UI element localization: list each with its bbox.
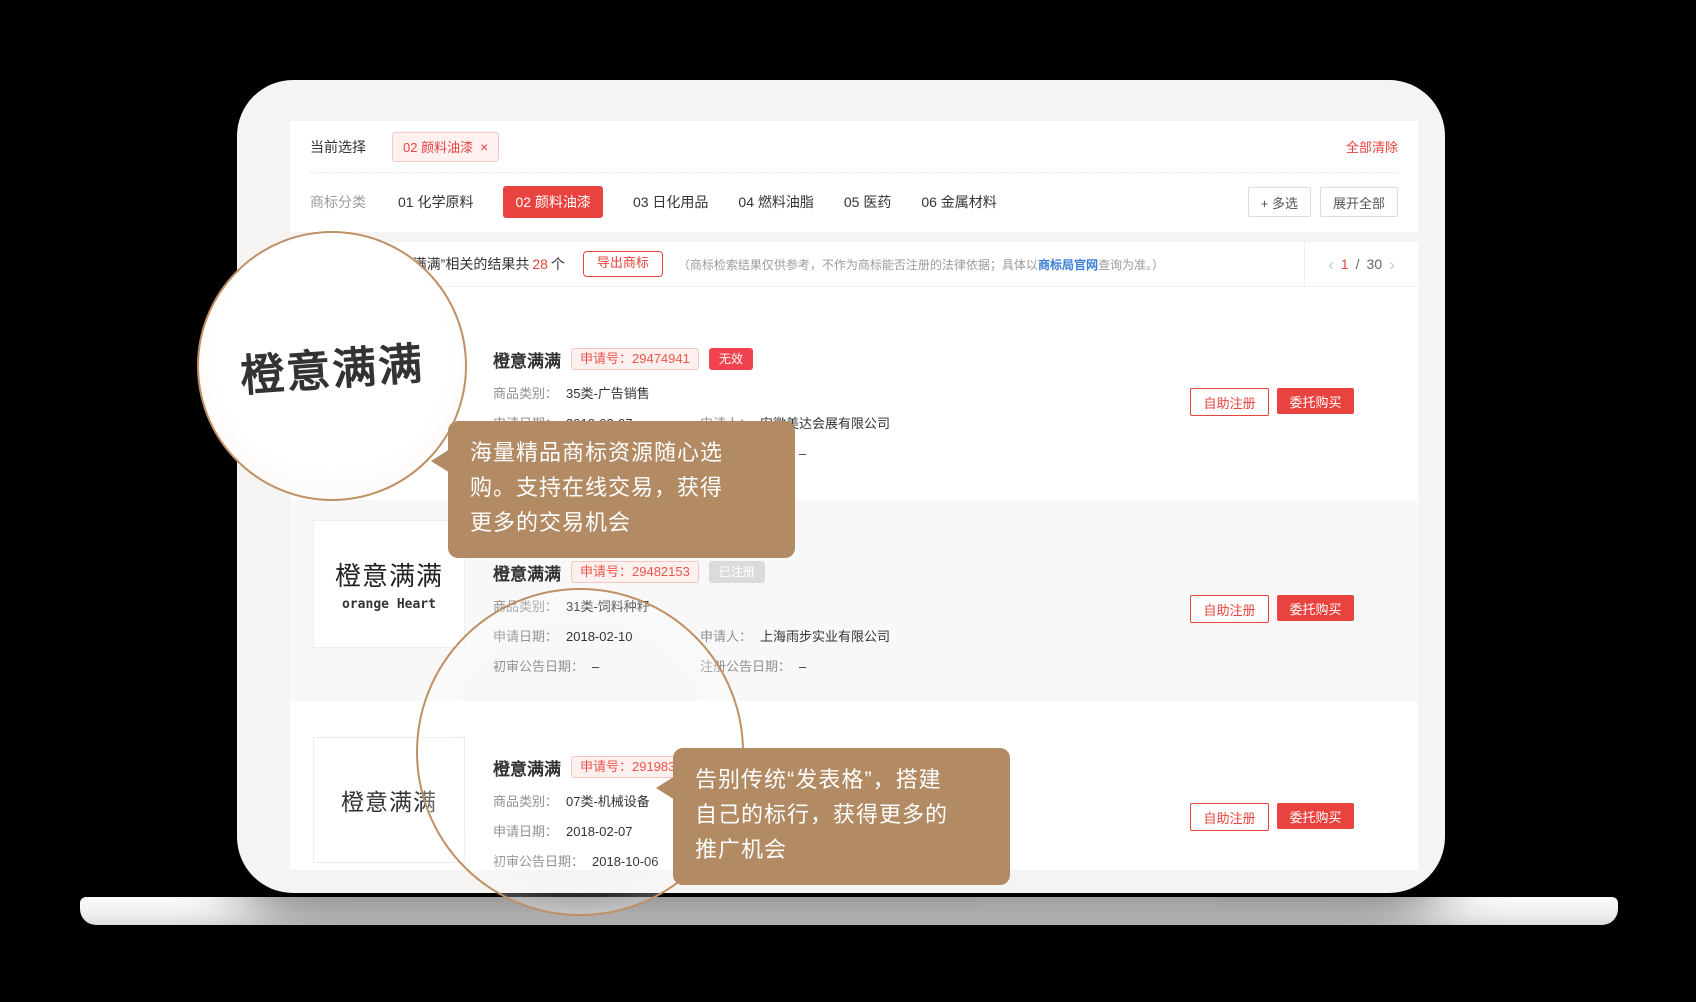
disclaimer-post: 查询为准。） — [1098, 258, 1164, 272]
trademark-name[interactable]: 橙意满满 — [493, 560, 561, 585]
bubble-line: 告别传统“发表格”，搭建 — [695, 762, 988, 797]
row-actions: 自助注册 委托购买 — [1190, 803, 1354, 831]
category-bar: 商标分类 01 化学原料 02 颜料油漆 03 日化用品 04 燃料油脂 05 … — [290, 173, 1418, 231]
category-item-01[interactable]: 01 化学原料 — [398, 192, 473, 212]
self-register-button[interactable]: 自助注册 — [1190, 388, 1269, 416]
category-item-03[interactable]: 03 日化用品 — [633, 192, 708, 212]
trademark-logo-text: 橙意满满 — [335, 556, 443, 593]
callout-bubble-trade: 海量精品商标资源随心选 购。支持在线交易，获得 更多的交易机会 — [448, 421, 795, 558]
magnified-trademark-text: 橙意满满 — [238, 328, 426, 405]
bubble-arrow-left-icon — [656, 776, 675, 800]
current-selection-bar: 当前选择 02 颜料油漆 × 全部清除 — [290, 121, 1418, 172]
entrust-purchase-button[interactable]: 委托购买 — [1277, 388, 1354, 414]
field-value: 35类-广告销售 — [566, 386, 650, 401]
row-actions: 自助注册 委托购买 — [1190, 388, 1354, 416]
trademark-title-line: 橙意满满 申请号：29482153 已注册 — [493, 560, 1153, 584]
entrust-purchase-button[interactable]: 委托购买 — [1277, 803, 1354, 829]
disclaimer-pre: （商标检索结果仅供参考，不作为商标能否注册的法律依据；具体以 — [678, 258, 1038, 272]
selected-filter-tag-label: 02 颜料油漆 — [403, 137, 473, 156]
status-badge-invalid: 无效 — [709, 348, 753, 370]
page-total: 30 — [1367, 256, 1383, 272]
bubble-line: 更多的交易机会 — [470, 505, 773, 540]
results-header: 为您检索到“橙意满满”相关的结果共28个 导出商标 （商标检索结果仅供参考，不作… — [290, 242, 1418, 287]
field-value: – — [799, 659, 806, 674]
self-register-button[interactable]: 自助注册 — [1190, 803, 1269, 831]
status-badge-registered: 已注册 — [709, 561, 765, 583]
close-icon[interactable]: × — [480, 140, 488, 154]
trademark-logo-subtext: orange Heart — [342, 597, 436, 612]
filter-panel: 当前选择 02 颜料油漆 × 全部清除 商标分类 01 化学原料 02 颜料油漆… — [290, 121, 1418, 232]
category-actions: + 多选 展开全部 — [1248, 187, 1398, 217]
self-register-button[interactable]: 自助注册 — [1190, 595, 1269, 623]
pagination: ‹ 1 / 30 › — [1304, 242, 1418, 286]
field-label: 商品类别： — [493, 386, 558, 401]
field-second-col: 申请人： 上海雨步实业有限公司 — [700, 626, 890, 645]
category-item-02-selected[interactable]: 02 颜料油漆 — [503, 186, 602, 218]
field-value: 上海雨步实业有限公司 — [760, 629, 890, 644]
magnifier-circle-top: 橙意满满 — [197, 231, 467, 501]
application-number-tag: 申请号：29482153 — [571, 561, 699, 583]
page-separator: / — [1356, 256, 1360, 272]
bubble-line: 购。支持在线交易，获得 — [470, 470, 773, 505]
field-line: 商品类别： 35类-广告销售 — [493, 383, 1153, 401]
category-item-05[interactable]: 05 医药 — [844, 192, 891, 212]
row-actions: 自助注册 委托购买 — [1190, 595, 1354, 623]
export-trademarks-button[interactable]: 导出商标 — [583, 251, 663, 277]
clear-all-button[interactable]: 全部清除 — [1346, 137, 1398, 156]
current-selection-label: 当前选择 — [310, 137, 366, 157]
category-filter-label: 商标分类 — [310, 192, 366, 212]
results-count: 28 — [529, 256, 551, 272]
results-summary-suffix: 个 — [551, 256, 565, 272]
prev-page-icon[interactable]: ‹ — [1328, 256, 1334, 273]
next-page-icon[interactable]: › — [1389, 256, 1395, 273]
trademark-title-line: 橙意满满 申请号：29474941 无效 — [493, 347, 1153, 371]
trademark-name[interactable]: 橙意满满 — [493, 347, 561, 372]
bubble-arrow-left-icon — [431, 449, 450, 473]
bubble-line: 推广机会 — [695, 832, 988, 867]
bubble-line: 自己的标行，获得更多的 — [695, 797, 988, 832]
field-value: – — [799, 446, 806, 461]
expand-all-button[interactable]: 展开全部 — [1320, 187, 1398, 217]
multi-select-button[interactable]: + 多选 — [1248, 187, 1311, 217]
trademark-image[interactable]: 橙意满满 orange Heart — [313, 520, 465, 648]
selected-filter-tag[interactable]: 02 颜料油漆 × — [392, 132, 499, 162]
official-site-link[interactable]: 商标局官网 — [1038, 258, 1098, 272]
category-item-04[interactable]: 04 燃料油脂 — [738, 192, 813, 212]
disclaimer: （商标检索结果仅供参考，不作为商标能否注册的法律依据；具体以商标局官网查询为准。… — [678, 256, 1164, 273]
page-current: 1 — [1341, 256, 1349, 272]
category-item-06[interactable]: 06 金属材料 — [921, 192, 996, 212]
laptop-base-notch — [976, 897, 1222, 908]
entrust-purchase-button[interactable]: 委托购买 — [1277, 595, 1354, 621]
application-number-tag: 申请号：29474941 — [571, 348, 699, 370]
field-label: 申请人： — [700, 629, 752, 644]
callout-bubble-promo: 告别传统“发表格”，搭建 自己的标行，获得更多的 推广机会 — [673, 748, 1010, 885]
laptop-base — [80, 897, 1618, 925]
stage: 当前选择 02 颜料油漆 × 全部清除 商标分类 01 化学原料 02 颜料油漆… — [0, 0, 1696, 1002]
bubble-line: 海量精品商标资源随心选 — [470, 435, 773, 470]
